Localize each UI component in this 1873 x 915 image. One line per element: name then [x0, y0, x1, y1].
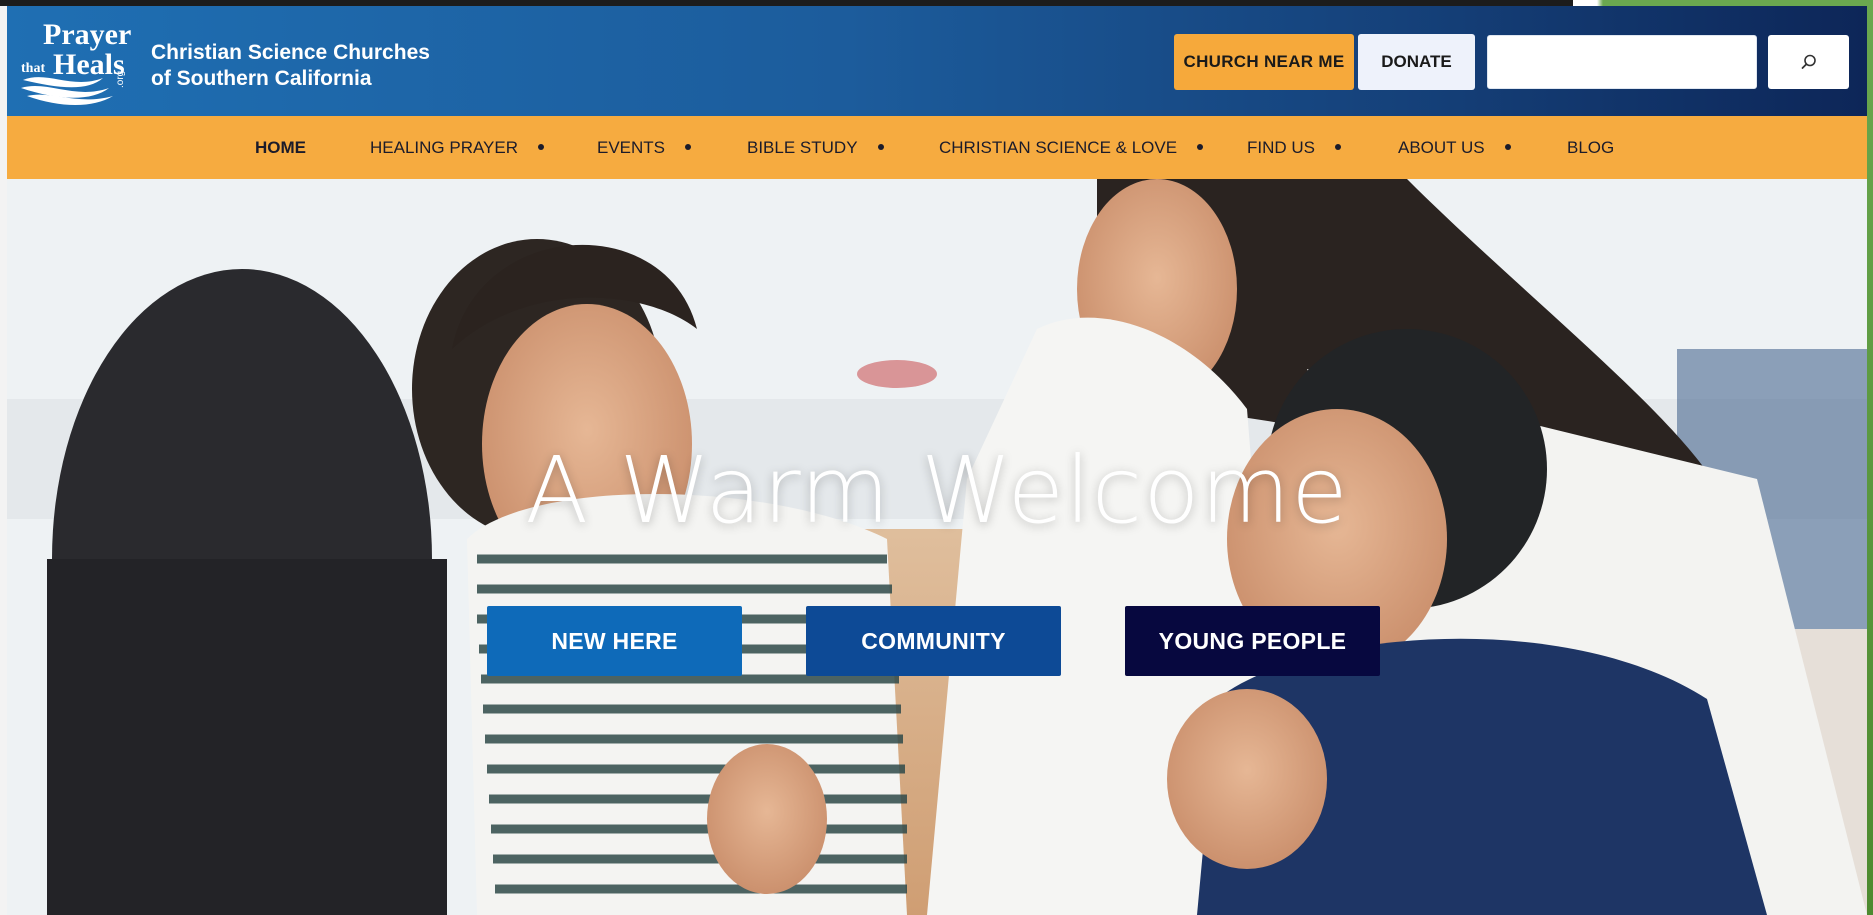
- nav-item-christian-science-love[interactable]: CHRISTIAN SCIENCE & LOVE: [939, 116, 1204, 179]
- search-input[interactable]: [1487, 35, 1757, 89]
- logo-word-that: that: [21, 61, 45, 76]
- search-icon: [1801, 54, 1816, 69]
- search-button[interactable]: [1768, 35, 1849, 89]
- window-right-edge: [1867, 0, 1873, 915]
- church-near-me-button[interactable]: CHURCH NEAR ME: [1174, 34, 1354, 90]
- nav-item-label: ABOUT US: [1398, 137, 1485, 157]
- prayer-that-heals-logo[interactable]: Prayer that Heals .org: [17, 18, 145, 106]
- hero-section: A Warm Welcome NEW HERE COMMUNITY YOUNG …: [7, 179, 1867, 915]
- logo-word-prayer: Prayer: [43, 18, 131, 51]
- nav-item-label: EVENTS: [597, 137, 666, 157]
- logo-mark: Prayer that Heals .org: [21, 18, 131, 105]
- nav-item-label: BLOG: [1567, 137, 1615, 157]
- screen: Prayer that Heals .org Christian Science…: [0, 0, 1873, 915]
- dropdown-dot-icon: [1335, 143, 1341, 150]
- site-header: Prayer that Heals .org Christian Science…: [7, 6, 1867, 116]
- dropdown-dot-icon: [877, 143, 884, 150]
- nav-item-healing-prayer[interactable]: HEALING PRAYER: [370, 116, 545, 179]
- brand-line-2: of Southern California: [151, 67, 372, 90]
- logo-word-heals: Heals: [53, 48, 125, 81]
- website: Prayer that Heals .org Christian Science…: [7, 6, 1867, 915]
- brand-line-1: Christian Science Churches: [151, 41, 430, 64]
- nav-item-events[interactable]: EVENTS: [597, 116, 692, 179]
- hero-title: A Warm Welcome: [525, 437, 1349, 544]
- dropdown-dot-icon: [1197, 143, 1204, 150]
- dropdown-dot-icon: [685, 143, 692, 150]
- main-navigation: HOME HEALING PRAYER EVENTS BIBLE STUDY C…: [7, 116, 1867, 179]
- nav-item-bible-study[interactable]: BIBLE STUDY: [747, 116, 884, 179]
- site-brand[interactable]: Christian Science Churches of Southern C…: [151, 40, 430, 92]
- young-people-button[interactable]: YOUNG PEOPLE: [1125, 606, 1380, 676]
- nav-item-home[interactable]: HOME: [255, 116, 306, 179]
- dropdown-dot-icon: [1504, 143, 1511, 150]
- nav-item-label: CHRISTIAN SCIENCE & LOVE: [939, 137, 1178, 157]
- hero-background-image: [7, 179, 1867, 915]
- logo-dot-org: .org: [115, 71, 126, 88]
- nav-item-label: HEALING PRAYER: [370, 137, 519, 157]
- nav-item-find-us[interactable]: FIND US: [1247, 116, 1341, 179]
- nav-item-label: BIBLE STUDY: [747, 137, 858, 157]
- nav-item-blog[interactable]: BLOG: [1567, 116, 1614, 179]
- nav-item-label: HOME: [255, 137, 306, 157]
- community-button[interactable]: COMMUNITY: [806, 606, 1061, 676]
- new-here-button[interactable]: NEW HERE: [487, 606, 742, 676]
- dropdown-dot-icon: [538, 143, 545, 150]
- nav-item-about-us[interactable]: ABOUT US: [1398, 116, 1511, 179]
- nav-item-label: FIND US: [1247, 137, 1315, 157]
- donate-button[interactable]: DONATE: [1358, 34, 1475, 90]
